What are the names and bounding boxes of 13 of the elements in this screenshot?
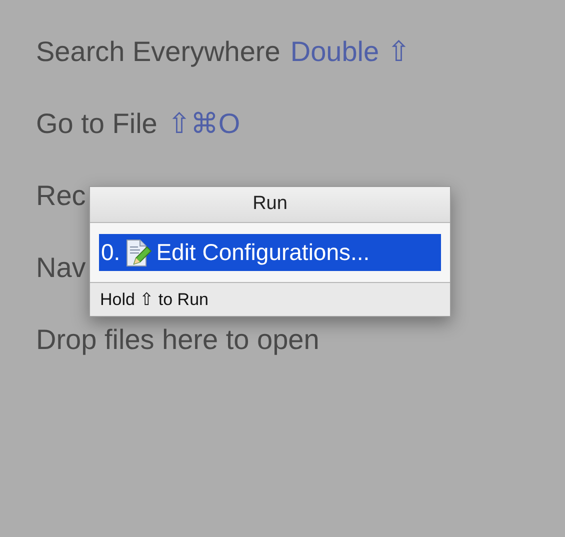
shortcut-text: ⇧⌘O <box>167 107 240 141</box>
document-pencil-icon <box>124 238 152 266</box>
menu-item[interactable]: 0. Edit Configurations... <box>99 234 441 271</box>
hint-text: Go to File <box>36 107 158 141</box>
item-number: 0. <box>101 238 120 268</box>
item-label: Edit Configurations... <box>156 238 370 268</box>
hint-text: Search Everywhere <box>36 35 280 69</box>
hint-text: Drop files here to open <box>36 323 320 357</box>
hint-text: Rec <box>36 179 86 213</box>
footer-hint: Hold ⇧ to Run <box>100 288 208 311</box>
popup-title: Run <box>252 192 288 216</box>
hint-text: Nav <box>36 251 86 285</box>
shortcut-text: Double ⇧ <box>290 35 410 69</box>
